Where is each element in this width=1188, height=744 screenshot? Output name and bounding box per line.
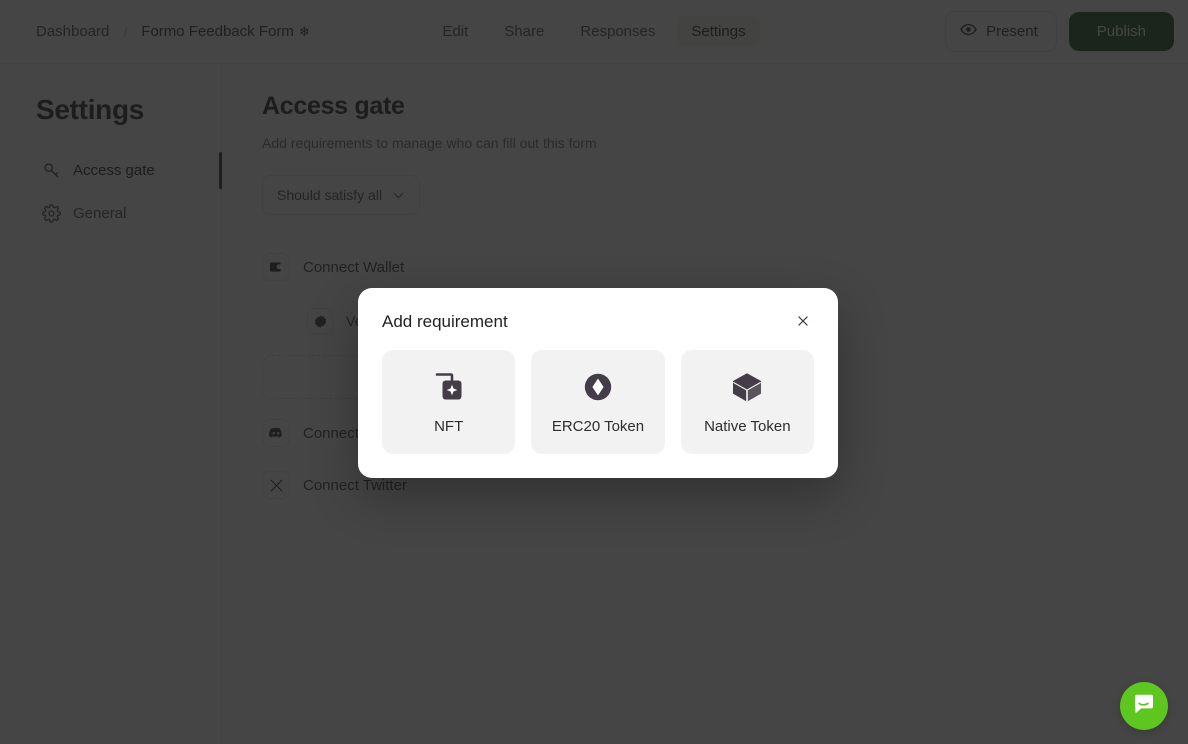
option-card-label: ERC20 Token — [551, 417, 645, 435]
erc20-token-icon — [581, 370, 615, 404]
option-card-label: Native Token — [704, 417, 791, 435]
option-card-nft[interactable]: NFT — [382, 350, 516, 454]
requirement-type-options: NFT ERC20 Token Native Token — [382, 350, 814, 454]
modal-title: Add requirement — [382, 312, 508, 331]
option-card-label: NFT — [434, 417, 464, 435]
option-card-native-token[interactable]: Native Token — [680, 350, 814, 454]
nft-stack-icon — [432, 370, 466, 404]
close-icon[interactable] — [792, 310, 814, 332]
chat-launcher-button[interactable] — [1120, 682, 1168, 730]
native-token-cube-icon — [730, 370, 764, 404]
add-requirement-modal: Add requirement NFT ERC20 Token Native T… — [358, 288, 838, 478]
modal-header: Add requirement — [382, 310, 814, 332]
option-card-erc20-token[interactable]: ERC20 Token — [531, 350, 665, 454]
chat-bubble-icon — [1131, 691, 1157, 722]
